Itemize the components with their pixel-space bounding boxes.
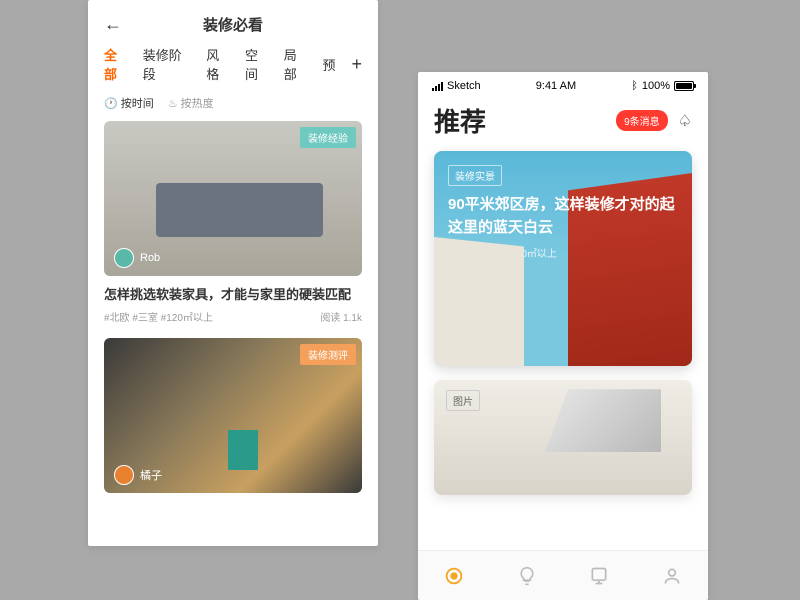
sort-bar: 🕐 按时间 ♨ 按热度 <box>88 93 378 121</box>
article-card[interactable]: 装修经验 Rob 怎样挑选软装家具，才能与家里的硬装匹配 #北欧 #三室 #12… <box>104 121 362 324</box>
tab-all[interactable]: 全部 <box>104 45 129 83</box>
author-name: Rob <box>140 252 160 264</box>
tab-budget[interactable]: 预 <box>322 55 335 74</box>
feature-tags: #北欧 #三室 #120㎡以上 <box>448 245 678 260</box>
card-meta: #北欧 #三室 #120㎡以上 阅读 1.1k <box>104 309 362 324</box>
tab-task-icon[interactable] <box>588 565 610 587</box>
bell-icon[interactable]: ♤ <box>678 111 692 131</box>
sort-by-hot[interactable]: ♨ 按热度 <box>168 95 214 111</box>
screen-recommend: Sketch 9:41 AM ᛒ 100% 推荐 9条消息 ♤ 装修实景 90平… <box>418 72 708 600</box>
back-icon[interactable]: ← <box>104 14 122 35</box>
avatar <box>114 248 134 268</box>
feature-image: 装修实景 90平米郊区房，这样装修才对的起这里的蓝天白云 #北欧 #三室 #12… <box>434 151 692 366</box>
clock-icon: 🕐 <box>104 97 118 110</box>
tab-stage[interactable]: 装修阶段 <box>143 45 192 83</box>
screen-category: ← 装修必看 全部 装修阶段 风格 空间 局部 预 + 🕐 按时间 ♨ 按热度 … <box>88 0 378 546</box>
battery-icon <box>674 81 694 91</box>
sort-time-label: 按时间 <box>121 95 154 111</box>
carrier-label: Sketch <box>447 80 481 92</box>
author-name: 橘子 <box>140 467 162 483</box>
tab-idea-icon[interactable] <box>516 565 538 587</box>
card-image: 装修测评 橘子 <box>104 338 362 493</box>
author-row: Rob <box>114 248 160 268</box>
signal-icon <box>432 82 443 91</box>
feature-overlay: 装修实景 90平米郊区房，这样装修才对的起这里的蓝天白云 #北欧 #三室 #12… <box>434 151 692 274</box>
add-tab-icon[interactable]: + <box>352 54 363 75</box>
header: ← 装修必看 <box>88 0 378 45</box>
tab-space[interactable]: 空间 <box>245 45 270 83</box>
bluetooth-icon: ᛒ <box>631 80 638 92</box>
tab-bar <box>418 550 708 600</box>
card-tag: 图片 <box>446 390 480 411</box>
status-bar: Sketch 9:41 AM ᛒ 100% <box>418 72 708 96</box>
article-card[interactable]: 装修测评 橘子 <box>104 338 362 493</box>
tab-profile-icon[interactable] <box>661 565 683 587</box>
sort-hot-label: 按热度 <box>181 95 214 111</box>
avatar <box>448 334 468 354</box>
author-row: Rob <box>448 334 494 354</box>
card-image: 装修经验 Rob <box>104 121 362 276</box>
status-time: 9:41 AM <box>536 80 576 92</box>
feature-tag: 装修实景 <box>448 165 502 186</box>
author-name: Rob <box>474 338 494 350</box>
fire-icon: ♨ <box>168 97 178 110</box>
avatar <box>114 465 134 485</box>
sort-by-time[interactable]: 🕐 按时间 <box>104 95 154 111</box>
feature-card[interactable]: 装修实景 90平米郊区房，这样装修才对的起这里的蓝天白云 #北欧 #三室 #12… <box>434 151 692 366</box>
tab-style[interactable]: 风格 <box>206 45 231 83</box>
card-tags: #北欧 #三室 #120㎡以上 <box>104 309 213 324</box>
card-reads: 阅读 1.1k <box>320 309 362 324</box>
card-badge: 装修经验 <box>300 127 356 148</box>
header-title: 装修必看 <box>122 14 344 35</box>
feature-title: 90平米郊区房，这样装修才对的起这里的蓝天白云 <box>448 194 678 239</box>
tab-home-icon[interactable] <box>443 565 465 587</box>
image-card[interactable]: 图片 <box>434 380 692 495</box>
card-title: 怎样挑选软装家具，才能与家里的硬装匹配 <box>104 286 362 304</box>
message-badge[interactable]: 9条消息 <box>616 110 668 131</box>
category-tabs: 全部 装修阶段 风格 空间 局部 预 + <box>88 45 378 93</box>
tab-partial[interactable]: 局部 <box>284 45 309 83</box>
card-badge: 装修测评 <box>300 344 356 365</box>
author-row: 橘子 <box>114 465 162 485</box>
page-header: 推荐 9条消息 ♤ <box>418 96 708 151</box>
battery-label: 100% <box>642 80 670 92</box>
page-title: 推荐 <box>434 102 486 139</box>
